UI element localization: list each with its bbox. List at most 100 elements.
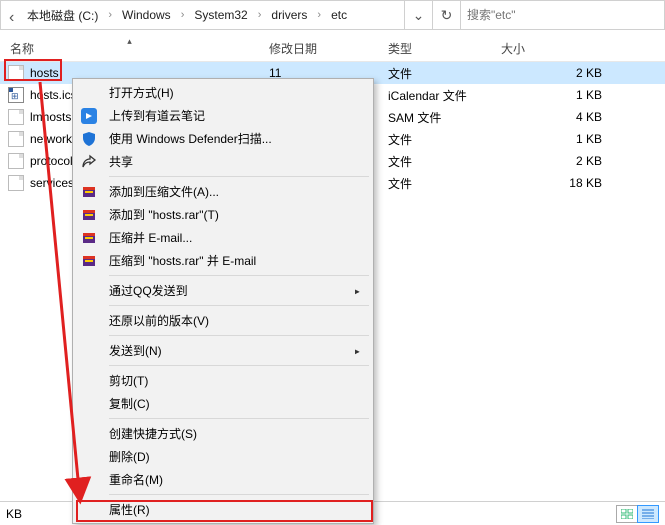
refresh-button[interactable]: ↻ [433,1,461,29]
file-name: protocol [30,154,73,168]
menu-item-qq-send[interactable]: 通过QQ发送到 ▸ [75,279,371,302]
menu-item-label: 共享 [109,153,133,170]
file-size: 4 KB [491,110,620,124]
refresh-icon: ↻ [441,7,453,24]
breadcrumb-item[interactable]: drivers [263,8,315,22]
menu-item-label: 复制(C) [109,395,150,412]
file-type: SAM 文件 [378,109,491,126]
column-header-name[interactable]: 名称 ▴ [0,40,259,57]
file-size: 18 KB [491,176,620,190]
menu-item-label: 添加到压缩文件(A)... [109,183,219,200]
menu-item-label: 创建快捷方式(S) [109,425,197,442]
menu-item-label: 还原以前的版本(V) [109,312,209,329]
menu-item-label: 删除(D) [109,448,150,465]
search-box[interactable] [461,1,664,29]
menu-item-label: 重命名(M) [109,471,163,488]
menu-separator [109,335,369,336]
menu-item-cut[interactable]: 剪切(T) [75,369,371,392]
submenu-arrow-icon: ▸ [354,284,371,298]
file-name: networks [30,132,78,146]
menu-item-label: 使用 Windows Defender扫描... [109,130,272,147]
chevron-left-icon [7,9,19,21]
dropdown-button[interactable]: ⌄ [405,1,433,29]
menu-item-send-to[interactable]: 发送到(N) ▸ [75,339,371,362]
menu-item-label: 压缩并 E-mail... [109,229,192,246]
menu-item-compress-email[interactable]: 压缩并 E-mail... [75,226,371,249]
annotation-highlight-box [4,59,62,81]
chevron-right-icon: › [315,9,323,21]
menu-item-label: 上传到有道云笔记 [109,107,205,124]
submenu-arrow-icon: ▸ [354,344,371,358]
youdao-icon [80,107,98,125]
winrar-icon [80,252,98,270]
file-type: 文件 [378,175,491,192]
file-size: 2 KB [491,66,620,80]
file-name: services [30,176,74,190]
status-text: KB [6,507,22,521]
chevron-right-icon: › [106,9,114,21]
shield-icon [80,130,98,148]
menu-item-create-shortcut[interactable]: 创建快捷方式(S) [75,422,371,445]
menu-item-label: 剪切(T) [109,372,148,389]
menu-item-add-hosts-rar[interactable]: 添加到 "hosts.rar"(T) [75,203,371,226]
menu-item-rename[interactable]: 重命名(M) [75,468,371,491]
menu-separator [109,275,369,276]
file-icon [8,109,24,125]
file-icon [8,153,24,169]
menu-item-share[interactable]: 共享 [75,150,371,173]
menu-item-defender-scan[interactable]: 使用 Windows Defender扫描... [75,127,371,150]
winrar-icon [80,229,98,247]
column-header-date[interactable]: 修改日期 [259,40,378,57]
breadcrumb-item[interactable]: Windows [114,8,179,22]
chevron-right-icon: › [179,9,187,21]
menu-item-add-archive[interactable]: 添加到压缩文件(A)... [75,180,371,203]
menu-item-label: 压缩到 "hosts.rar" 并 E-mail [109,252,256,269]
breadcrumb[interactable]: 本地磁盘 (C:) › Windows › System32 › drivers… [1,1,404,29]
menu-separator [109,365,369,366]
menu-item-label: 打开方式(H) [109,84,174,101]
menu-item-delete[interactable]: 删除(D) [75,445,371,468]
file-size: 1 KB [491,132,620,146]
view-thumbnails-button[interactable] [616,505,638,523]
breadcrumb-item[interactable]: etc [323,8,355,22]
sort-ascending-icon: ▴ [127,36,132,47]
menu-item-label: 通过QQ发送到 [109,282,188,299]
share-icon [80,153,98,171]
file-icon [8,175,24,191]
file-name: hosts.ics [30,88,77,102]
breadcrumb-item[interactable]: System32 [186,8,255,22]
menu-item-label: 发送到(N) [109,342,162,359]
menu-separator [109,494,369,495]
winrar-icon [80,206,98,224]
file-name: lmhosts [30,110,71,124]
menu-separator [109,176,369,177]
file-type: 文件 [378,153,491,170]
file-type: 文件 [378,131,491,148]
details-icon [642,509,654,519]
thumbnails-icon [621,509,633,519]
column-header-type[interactable]: 类型 [378,40,491,57]
menu-item-copy[interactable]: 复制(C) [75,392,371,415]
file-type: 文件 [378,65,491,82]
search-input[interactable] [467,8,658,22]
menu-item-previous-versions[interactable]: 还原以前的版本(V) [75,309,371,332]
chevron-right-icon: › [256,9,264,21]
column-header-size[interactable]: 大小 [491,40,620,57]
file-type: iCalendar 文件 [378,87,491,104]
menu-item-open-with[interactable]: 打开方式(H) [75,81,371,104]
context-menu: 打开方式(H) 上传到有道云笔记 使用 Windows Defender扫描..… [72,78,374,524]
menu-separator [109,418,369,419]
menu-separator [109,305,369,306]
breadcrumb-item[interactable]: 本地磁盘 (C:) [19,7,106,24]
menu-item-upload-note[interactable]: 上传到有道云笔记 [75,104,371,127]
menu-item-compress-hosts-email[interactable]: 压缩到 "hosts.rar" 并 E-mail [75,249,371,272]
annotation-highlight-box [76,500,373,522]
view-details-button[interactable] [637,505,659,523]
file-size: 2 KB [491,154,620,168]
column-header-label: 名称 [10,42,34,56]
menu-item-label: 添加到 "hosts.rar"(T) [109,206,219,223]
column-headers: 名称 ▴ 修改日期 类型 大小 [0,30,665,62]
file-size: 1 KB [491,88,620,102]
file-icon [8,131,24,147]
calendar-icon [8,87,24,103]
